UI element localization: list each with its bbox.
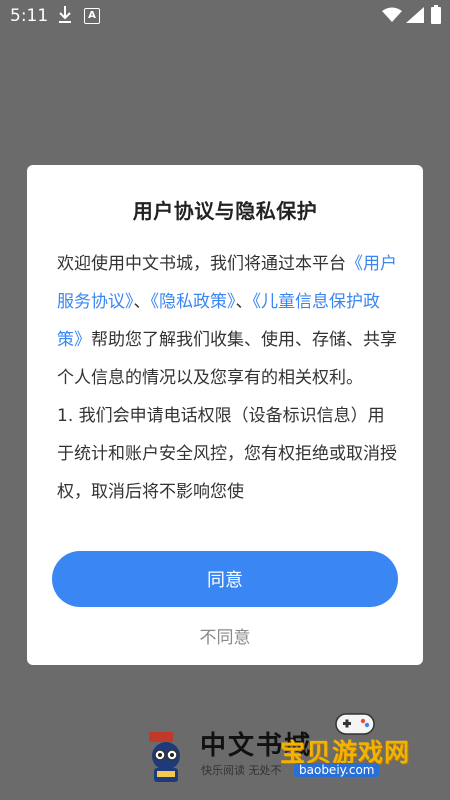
app-slogan: 快乐阅读 无处不: [201, 764, 282, 777]
privacy-dialog: 用户协议与隐私保护 欢迎使用中文书城，我们将通过本平台《用户服务协议》、《隐私政…: [27, 165, 423, 665]
download-icon: [59, 6, 71, 23]
signal-icon: [406, 7, 424, 23]
disagree-button[interactable]: 不同意: [27, 623, 423, 648]
privacy-policy-link[interactable]: 《隐私政策》: [151, 292, 236, 312]
dialog-content[interactable]: 欢迎使用中文书城，我们将通过本平台《用户服务协议》、《隐私政策》、《儿童信息保护…: [57, 245, 397, 525]
intro-text: 欢迎使用中文书城，我们将通过本平台: [57, 254, 346, 274]
dialog-title: 用户协议与隐私保护: [132, 199, 318, 223]
wifi-icon: [382, 7, 402, 22]
app-a-icon: A: [84, 8, 100, 24]
content-fade: [27, 500, 423, 540]
after-links-text: 帮助您了解我们收集、使用、存储、共享个人信息的情况以及您享有的相关权利。: [57, 330, 397, 388]
watermark-url: baobeiy.com: [294, 763, 380, 777]
status-bar: 5:11 A: [0, 0, 450, 32]
battery-icon: [431, 5, 441, 24]
agree-button[interactable]: 同意: [52, 551, 398, 607]
watermark: 宝贝游戏网 baobeiy.com: [280, 703, 450, 783]
agreement-paragraph: 欢迎使用中文书城，我们将通过本平台《用户服务协议》、《隐私政策》、《儿童信息保护…: [57, 245, 397, 397]
status-time: 5:11: [10, 6, 49, 26]
permission-item-1: 1. 我们会申请电话权限（设备标识信息）用于统计和账户安全风控，您有权拒绝或取消…: [57, 406, 397, 502]
app-logo-icon: [149, 732, 180, 782]
separator-2: 、: [235, 292, 253, 312]
separator-1: 、: [133, 292, 151, 312]
